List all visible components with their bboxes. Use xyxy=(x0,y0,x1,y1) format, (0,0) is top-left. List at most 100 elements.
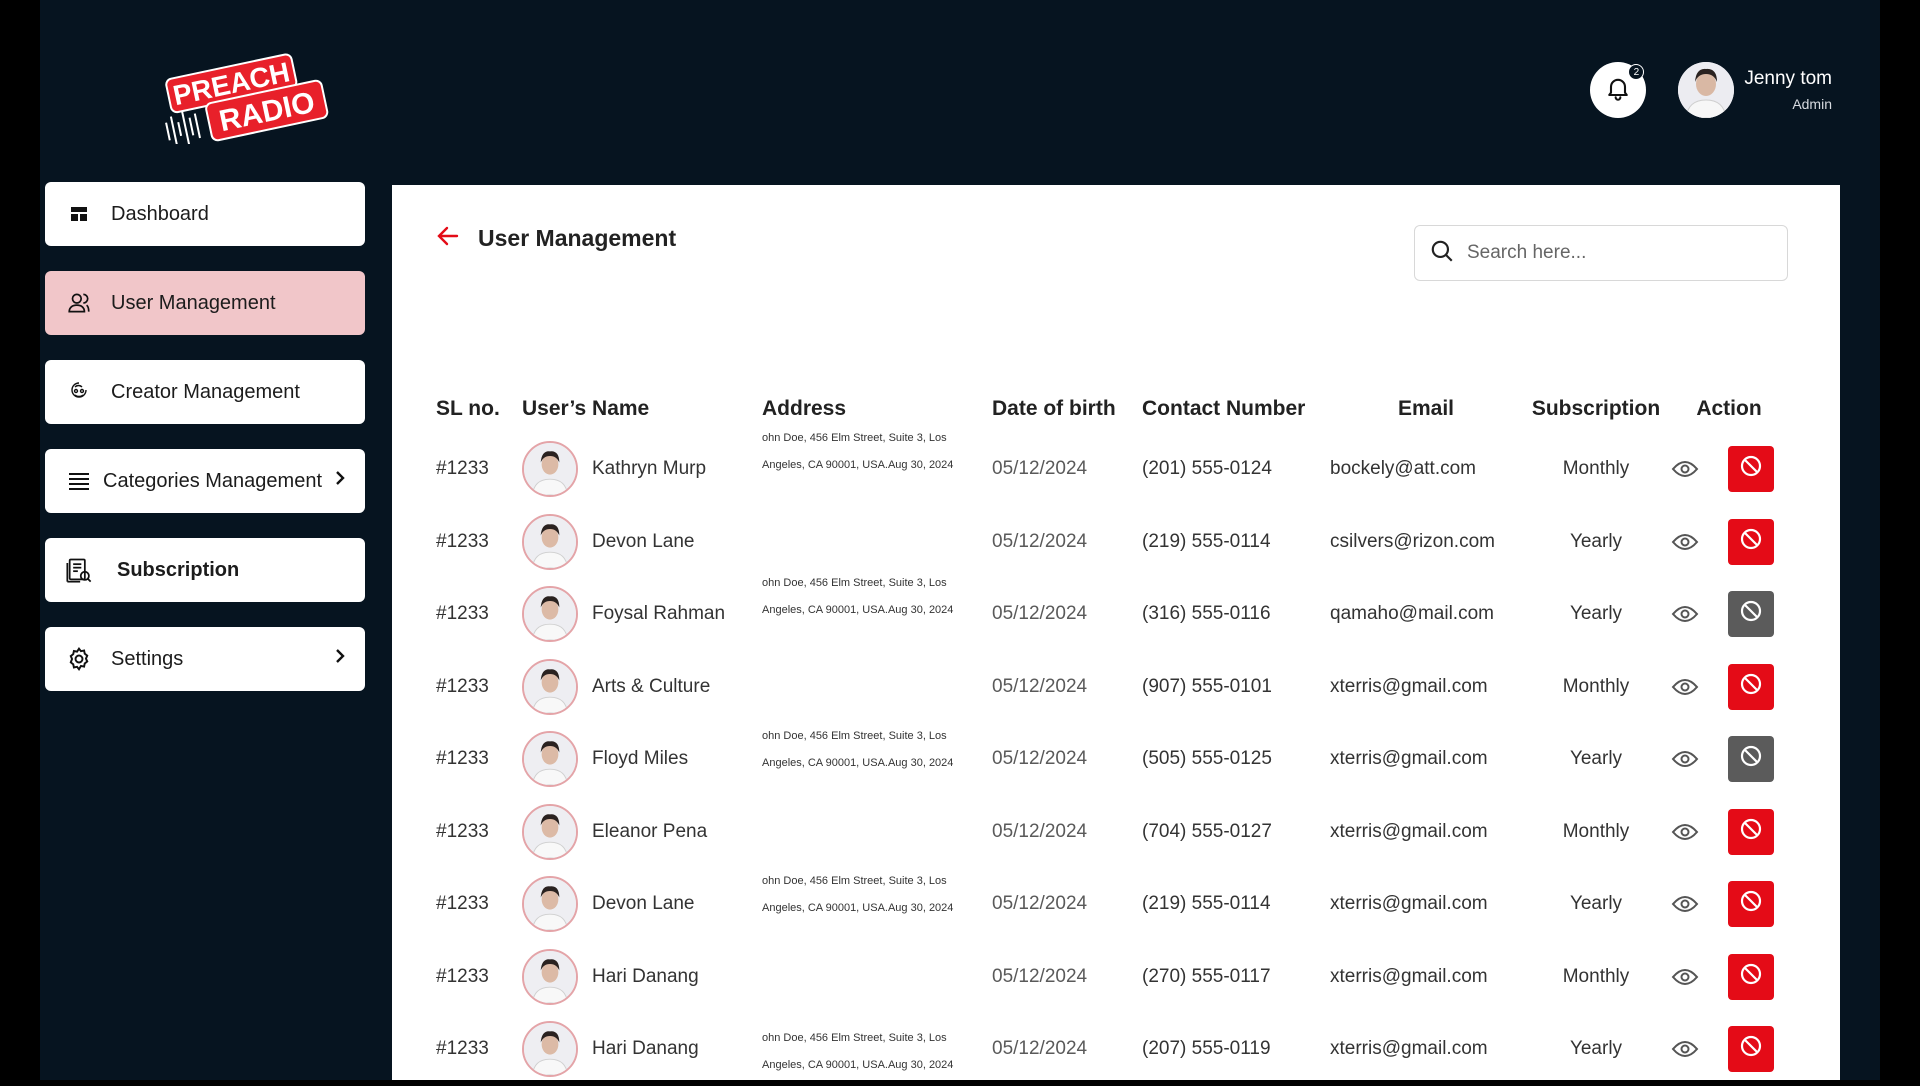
users-table: SL no. User’s Name Address Date of birth… xyxy=(428,385,1788,1086)
table-row[interactable]: #1233Floyd Milesohn Doe, 456 Elm Street,… xyxy=(428,723,1788,796)
column-header-dob[interactable]: Date of birth xyxy=(984,385,1134,433)
sidebar-item-dashboard[interactable]: Dashboard xyxy=(45,182,365,246)
name-cell-wrap: Arts & Culture xyxy=(514,651,754,724)
window-frame: PREACH RADIO 2 xyxy=(0,0,1920,1080)
search-input[interactable] xyxy=(1467,242,1767,264)
contact-cell: (907) 555-0101 xyxy=(1134,651,1322,724)
notifications-button[interactable]: 2 xyxy=(1590,62,1646,118)
user-cell: Arts & Culture xyxy=(522,659,754,715)
list-icon xyxy=(65,467,93,495)
block-icon xyxy=(1739,889,1763,919)
subscription-cell: Yearly xyxy=(1522,868,1662,941)
subscription-cell: Yearly xyxy=(1522,1013,1662,1086)
column-header-name[interactable]: User’s Name xyxy=(514,385,754,433)
address-cell: ohn Doe, 456 Elm Street, Suite 3, Los An… xyxy=(754,578,984,651)
address-cell xyxy=(754,651,984,724)
search-box[interactable] xyxy=(1414,225,1788,281)
table-row[interactable]: #1233Eleanor Pena05/12/2024(704) 555-012… xyxy=(428,796,1788,869)
sidebar-item-creator-management[interactable]: Creator Management xyxy=(45,360,365,424)
name-cell-wrap: Floyd Miles xyxy=(514,723,754,796)
dob-cell: 05/12/2024 xyxy=(984,506,1134,579)
search-icon xyxy=(1429,238,1455,269)
block-icon xyxy=(1739,962,1763,992)
page-header: User Management xyxy=(436,225,676,252)
address-cell: ohn Doe, 456 Elm Street, Suite 3, Los An… xyxy=(754,868,984,941)
contact-cell: (505) 555-0125 xyxy=(1134,723,1322,796)
view-eye-icon[interactable] xyxy=(1670,962,1700,992)
block-user-button[interactable] xyxy=(1728,954,1774,1000)
table-row[interactable]: #1233Devon Lane05/12/2024(219) 555-0114c… xyxy=(428,506,1788,579)
avatar xyxy=(522,731,578,787)
action-cell xyxy=(1662,941,1788,1014)
brand-logo[interactable]: PREACH RADIO xyxy=(148,44,358,144)
sidebar-item-categories-management[interactable]: Categories Management xyxy=(45,449,365,513)
block-user-button[interactable] xyxy=(1728,591,1774,637)
back-arrow-icon[interactable] xyxy=(436,225,460,252)
block-user-button[interactable] xyxy=(1728,736,1774,782)
avatar xyxy=(522,514,578,570)
dob-cell: 05/12/2024 xyxy=(984,433,1134,506)
user-cell: Foysal Rahman xyxy=(522,586,754,642)
column-header-email[interactable]: Email xyxy=(1322,385,1522,433)
avatar xyxy=(522,804,578,860)
user-cell: Devon Lane xyxy=(522,514,754,570)
user-name-text: Hari Danang xyxy=(592,966,699,988)
view-eye-icon[interactable] xyxy=(1670,1034,1700,1064)
action-group xyxy=(1670,881,1788,927)
block-user-button[interactable] xyxy=(1728,1026,1774,1072)
action-group xyxy=(1670,446,1788,492)
email-cell: xterris@gmail.com xyxy=(1322,796,1522,869)
view-eye-icon[interactable] xyxy=(1670,889,1700,919)
sidebar-item-subscription[interactable]: Subscription xyxy=(45,538,365,602)
table-row[interactable]: #1233Hari Danangohn Doe, 456 Elm Street,… xyxy=(428,1013,1788,1086)
avatar xyxy=(522,659,578,715)
view-eye-icon[interactable] xyxy=(1670,599,1700,629)
user-role: Admin xyxy=(1744,96,1832,112)
sl-cell: #1233 xyxy=(428,796,514,869)
column-header-contact[interactable]: Contact Number xyxy=(1134,385,1322,433)
block-user-button[interactable] xyxy=(1728,881,1774,927)
column-header-sl[interactable]: SL no. xyxy=(428,385,514,433)
user-cell: Hari Danang xyxy=(522,949,754,1005)
action-group xyxy=(1670,736,1788,782)
user-name-text: Foysal Rahman xyxy=(592,603,725,625)
dob-cell: 05/12/2024 xyxy=(984,723,1134,796)
main-content: User Management SL no. User’s Name Addre… xyxy=(392,185,1840,1080)
table-row[interactable]: #1233Devon Laneohn Doe, 456 Elm Street, … xyxy=(428,868,1788,941)
action-cell xyxy=(1662,433,1788,506)
subscription-cell: Monthly xyxy=(1522,433,1662,506)
user-name-text: Devon Lane xyxy=(592,893,694,915)
sidebar-item-label: Dashboard xyxy=(111,203,209,226)
sl-cell: #1233 xyxy=(428,723,514,796)
dob-cell: 05/12/2024 xyxy=(984,868,1134,941)
name-cell-wrap: Hari Danang xyxy=(514,941,754,1014)
table-row[interactable]: #1233Kathryn Murpohn Doe, 456 Elm Street… xyxy=(428,433,1788,506)
user-profile[interactable]: Jenny tom Admin xyxy=(1678,62,1832,118)
table-row[interactable]: #1233Foysal Rahmanohn Doe, 456 Elm Stree… xyxy=(428,578,1788,651)
user-name-text: Arts & Culture xyxy=(592,676,710,698)
sidebar: Dashboard User Management Creator Manage… xyxy=(45,182,365,716)
block-user-button[interactable] xyxy=(1728,664,1774,710)
sl-cell: #1233 xyxy=(428,651,514,724)
table-row[interactable]: #1233Arts & Culture05/12/2024(907) 555-0… xyxy=(428,651,1788,724)
block-user-button[interactable] xyxy=(1728,809,1774,855)
address-text: ohn Doe, 456 Elm Street, Suite 3, Los An… xyxy=(762,1025,972,1079)
view-eye-icon[interactable] xyxy=(1670,672,1700,702)
user-cell: Hari Danang xyxy=(522,1021,754,1077)
contact-cell: (316) 555-0116 xyxy=(1134,578,1322,651)
view-eye-icon[interactable] xyxy=(1670,527,1700,557)
sidebar-item-settings[interactable]: Settings xyxy=(45,627,365,691)
subscription-cell: Monthly xyxy=(1522,941,1662,1014)
block-user-button[interactable] xyxy=(1728,446,1774,492)
view-eye-icon[interactable] xyxy=(1670,744,1700,774)
table-row[interactable]: #1233Hari Danang05/12/2024(270) 555-0117… xyxy=(428,941,1788,1014)
column-header-subscription[interactable]: Subscription xyxy=(1522,385,1662,433)
action-group xyxy=(1670,519,1788,565)
subscription-cell: Yearly xyxy=(1522,723,1662,796)
sl-cell: #1233 xyxy=(428,433,514,506)
block-user-button[interactable] xyxy=(1728,519,1774,565)
sidebar-item-user-management[interactable]: User Management xyxy=(45,271,365,335)
view-eye-icon[interactable] xyxy=(1670,454,1700,484)
view-eye-icon[interactable] xyxy=(1670,817,1700,847)
action-cell xyxy=(1662,868,1788,941)
